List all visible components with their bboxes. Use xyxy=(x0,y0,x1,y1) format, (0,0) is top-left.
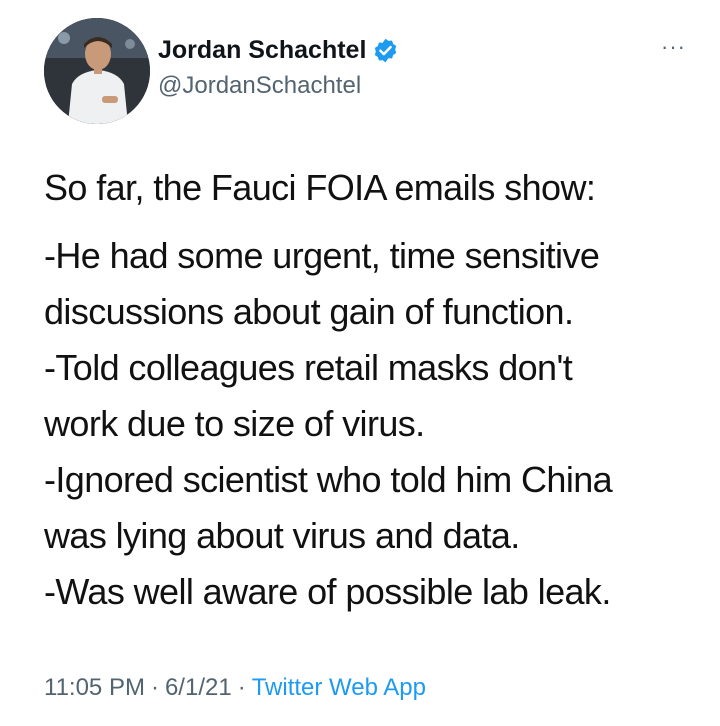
tweet-source-link[interactable]: Twitter Web App xyxy=(252,674,426,701)
tweet-date[interactable]: 6/1/21 xyxy=(165,674,232,701)
verified-badge-icon xyxy=(372,37,399,64)
avatar[interactable] xyxy=(44,18,150,124)
separator: · xyxy=(150,674,159,701)
display-name[interactable]: Jordan Schachtel xyxy=(158,36,366,65)
tweet-metadata: 11:05 PM · 6/1/21 · Twitter Web App xyxy=(44,674,426,702)
tweet-line: -He had some urgent, time sensitive xyxy=(44,235,600,276)
tweet-time[interactable]: 11:05 PM xyxy=(44,674,145,701)
tweet-line: work due to size of virus. xyxy=(44,403,425,444)
tweet-line: -Ignored scientist who told him China xyxy=(44,459,613,500)
tweet-line: was lying about virus and data. xyxy=(44,515,520,556)
tweet-text: So far, the Fauci FOIA emails show: -He … xyxy=(44,160,704,620)
tweet-line: discussions about gain of function. xyxy=(44,291,574,332)
user-handle[interactable]: @JordanSchachtel xyxy=(158,72,361,100)
display-name-row: Jordan Schachtel xyxy=(158,36,399,65)
more-options-icon[interactable]: ··· xyxy=(661,34,686,60)
separator: · xyxy=(237,674,246,701)
tweet-intro: So far, the Fauci FOIA emails show: xyxy=(44,167,596,208)
tweet-line: -Told colleagues retail masks don't xyxy=(44,347,573,388)
tweet-line: -Was well aware of possible lab leak. xyxy=(44,571,611,612)
tweet-card: Jordan Schachtel @JordanSchachtel ··· So… xyxy=(0,0,720,726)
avatar-photo-icon xyxy=(44,18,150,124)
